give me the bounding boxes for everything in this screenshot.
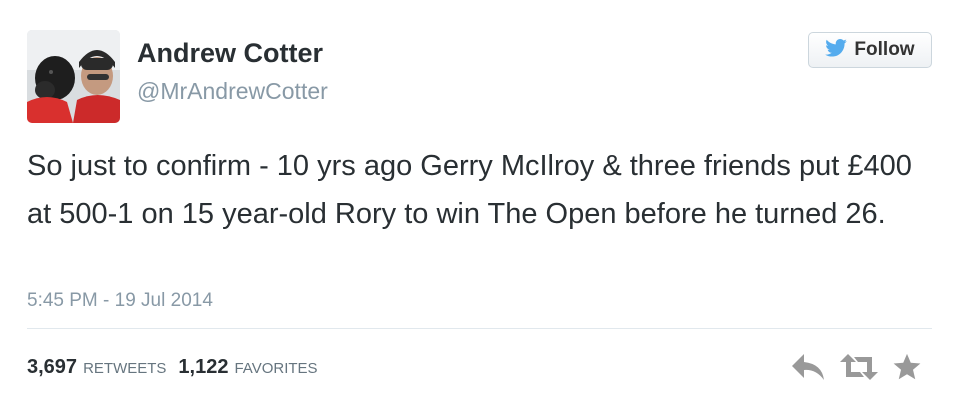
tweet-text: So just to confirm - 10 yrs ago Gerry Mc… — [27, 150, 912, 230]
author-handle[interactable]: @MrAndrewCotter — [137, 78, 328, 105]
tweet-timestamp[interactable]: 5:45 PM - 19 Jul 2014 — [27, 290, 213, 312]
divider — [27, 328, 932, 329]
retweets-stat[interactable]: 3,697 RETWEETS — [27, 356, 166, 379]
favorites-stat[interactable]: 1,122 FAVORITES — [178, 356, 317, 379]
star-icon[interactable] — [892, 352, 922, 387]
avatar-image — [27, 30, 120, 123]
tweet-stats: 3,697 RETWEETS 1,122 FAVORITES — [27, 356, 318, 379]
favorites-count: 1,122 — [178, 356, 229, 378]
retweets-count: 3,697 — [27, 356, 78, 378]
author-display-name[interactable]: Andrew Cotter — [137, 38, 323, 69]
follow-button-label: Follow — [854, 39, 915, 60]
avatar[interactable] — [27, 30, 120, 123]
favorites-label: FAVORITES — [234, 360, 318, 377]
retweet-icon[interactable] — [840, 352, 878, 387]
reply-icon[interactable] — [790, 352, 826, 387]
bird-icon — [825, 38, 848, 62]
follow-button[interactable]: Follow — [808, 32, 932, 68]
retweets-label: RETWEETS — [83, 360, 167, 377]
tweet-card: Andrew Cotter @MrAndrewCotter Follow So … — [0, 0, 960, 406]
tweet-actions — [790, 352, 922, 387]
